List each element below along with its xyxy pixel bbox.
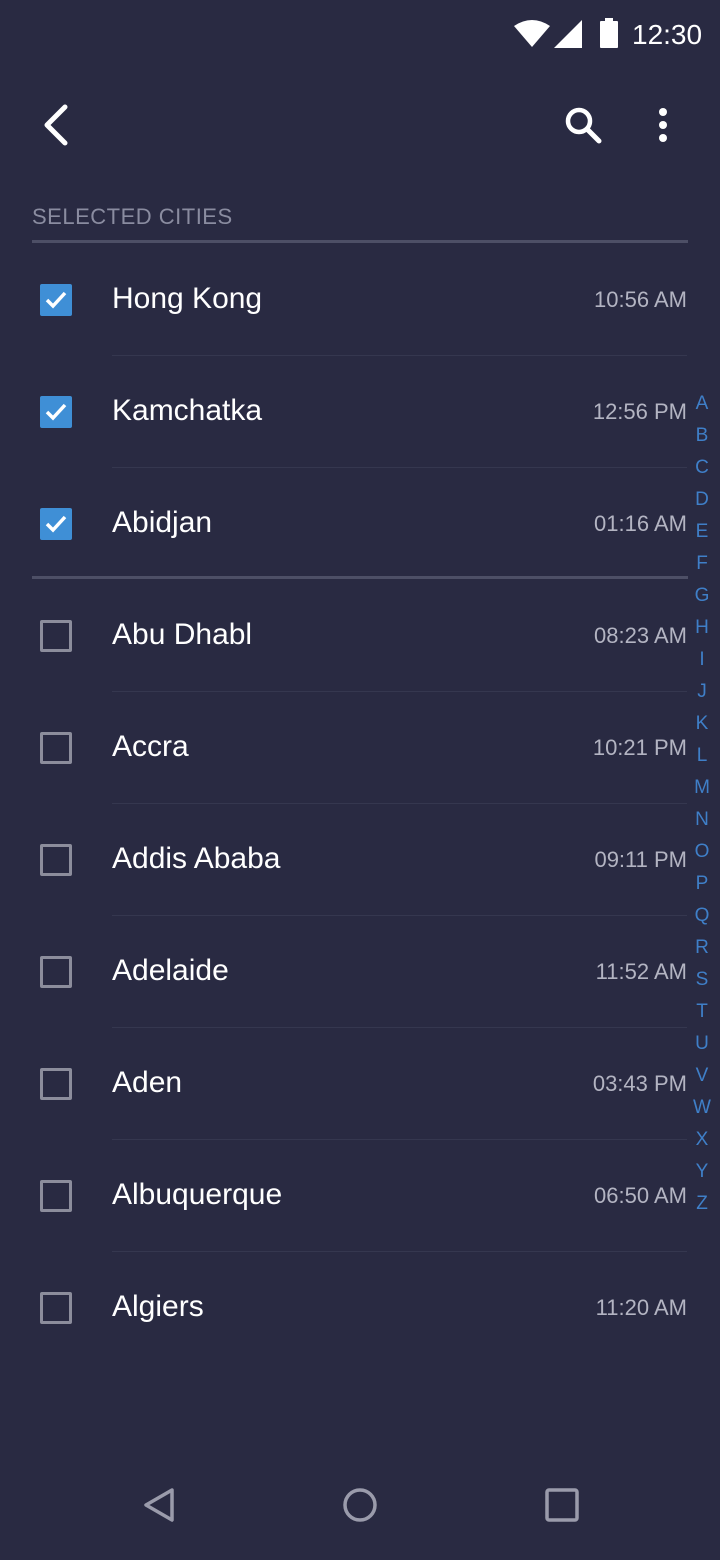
checkbox-unchecked[interactable] (40, 956, 72, 988)
index-letter[interactable]: F (690, 548, 714, 580)
section-header-selected-cities: SELECTED CITIES (32, 204, 233, 229)
checkbox-checked[interactable] (40, 284, 72, 316)
city-name: Accra (112, 730, 189, 763)
city-time: 03:43 PM (592, 1071, 687, 1096)
index-letter[interactable]: Q (690, 900, 714, 932)
index-letter[interactable]: E (690, 516, 714, 548)
index-letter[interactable]: K (690, 708, 714, 740)
city-time: 12:56 PM (592, 399, 687, 424)
city-name: Abidjan (112, 506, 213, 539)
index-letter[interactable]: S (690, 964, 714, 996)
city-time: 01:16 AM (594, 511, 687, 536)
more-vertical-icon (659, 108, 667, 142)
city-time: 11:52 AM (595, 959, 687, 984)
selected-section-divider (32, 576, 688, 579)
index-letter[interactable]: J (690, 676, 714, 708)
checkbox-unchecked[interactable] (40, 732, 72, 764)
city-time: 10:56 AM (594, 287, 687, 312)
city-name: Abu Dhabl (112, 618, 253, 651)
wifi-icon (514, 20, 550, 47)
nav-recents-button[interactable] (522, 1470, 602, 1540)
checkbox-unchecked[interactable] (40, 1292, 72, 1324)
status-time: 12:30 (632, 19, 703, 50)
city-row-abu-dhabl[interactable]: Abu Dhabl 08:23 AM (0, 580, 690, 692)
index-letter[interactable]: U (690, 1028, 714, 1060)
checkbox-checked[interactable] (40, 508, 72, 540)
city-name: Aden (112, 1066, 183, 1099)
nav-back-icon (144, 1488, 174, 1522)
nav-home-button[interactable] (320, 1470, 400, 1540)
index-letter[interactable]: N (690, 804, 714, 836)
city-row-adelaide[interactable]: Adelaide 11:52 AM (0, 916, 690, 1028)
index-letter[interactable]: G (690, 580, 714, 612)
checkbox-checked[interactable] (40, 396, 72, 428)
index-letter[interactable]: O (690, 836, 714, 868)
city-row-kamchatka[interactable]: Kamchatka 12:56 PM (0, 356, 690, 468)
index-letter[interactable]: L (690, 740, 714, 772)
city-time: 11:20 AM (595, 1295, 687, 1320)
city-row-addis-ababa[interactable]: Addis Ababa 09:11 PM (0, 804, 690, 916)
check-icon (45, 291, 67, 309)
city-row-algiers[interactable]: Algiers 11:20 AM (0, 1252, 690, 1364)
city-name: Adelaide (112, 954, 229, 987)
city-time: 10:21 PM (592, 735, 687, 760)
search-button[interactable] (548, 80, 618, 170)
check-icon (45, 403, 67, 421)
city-name: Hong Kong (112, 282, 263, 315)
city-row-abidjan[interactable]: Abidjan 01:16 AM (0, 468, 690, 580)
nav-recents-icon (545, 1488, 579, 1522)
index-letter[interactable]: D (690, 484, 714, 516)
more-options-button[interactable] (628, 80, 698, 170)
search-icon (565, 107, 602, 144)
index-letter[interactable]: T (690, 996, 714, 1028)
city-time: 08:23 AM (594, 623, 687, 648)
index-letter[interactable]: M (690, 772, 714, 804)
check-icon (45, 515, 67, 533)
city-picker-screen: 12:30 SELECTED CITIES Hong Kong 10:56 AM… (0, 0, 720, 1560)
nav-back-button[interactable] (120, 1470, 200, 1540)
back-button[interactable] (20, 80, 90, 170)
checkbox-unchecked[interactable] (40, 1068, 72, 1100)
city-row-aden[interactable]: Aden 03:43 PM (0, 1028, 690, 1140)
city-name: Kamchatka (112, 394, 263, 427)
index-letter[interactable]: V (690, 1060, 714, 1092)
index-letter[interactable]: Y (690, 1156, 714, 1188)
index-letter[interactable]: I (690, 644, 714, 676)
index-letter[interactable]: B (690, 420, 714, 452)
toolbar (0, 80, 720, 170)
index-letter[interactable]: Z (690, 1188, 714, 1220)
system-nav-bar (0, 1450, 720, 1560)
checkbox-unchecked[interactable] (40, 620, 72, 652)
index-letter[interactable]: X (690, 1124, 714, 1156)
section-divider (32, 240, 688, 243)
city-row-accra[interactable]: Accra 10:21 PM (0, 692, 690, 804)
index-letter[interactable]: A (690, 388, 714, 420)
city-name: Addis Ababa (112, 842, 281, 875)
checkbox-unchecked[interactable] (40, 1180, 72, 1212)
alphabet-index[interactable]: A B C D E F G H I J K L M N O P Q R S T … (690, 388, 714, 1220)
back-arrow-icon (44, 104, 68, 146)
city-row-hong-kong[interactable]: Hong Kong 10:56 AM (0, 244, 690, 356)
index-letter[interactable]: P (690, 868, 714, 900)
index-letter[interactable]: H (690, 612, 714, 644)
city-row-albuquerque[interactable]: Albuquerque 06:50 AM (0, 1140, 690, 1252)
checkbox-unchecked[interactable] (40, 844, 72, 876)
index-letter[interactable]: C (690, 452, 714, 484)
city-time: 09:11 PM (594, 847, 687, 872)
city-name: Albuquerque (112, 1178, 283, 1211)
battery-icon (600, 18, 618, 48)
index-letter[interactable]: W (690, 1092, 714, 1124)
index-letter[interactable]: R (690, 932, 714, 964)
city-time: 06:50 AM (594, 1183, 687, 1208)
nav-home-icon (343, 1488, 377, 1522)
status-bar: 12:30 (0, 0, 720, 70)
cellular-signal-icon (554, 20, 582, 48)
city-name: Algiers (112, 1290, 204, 1323)
